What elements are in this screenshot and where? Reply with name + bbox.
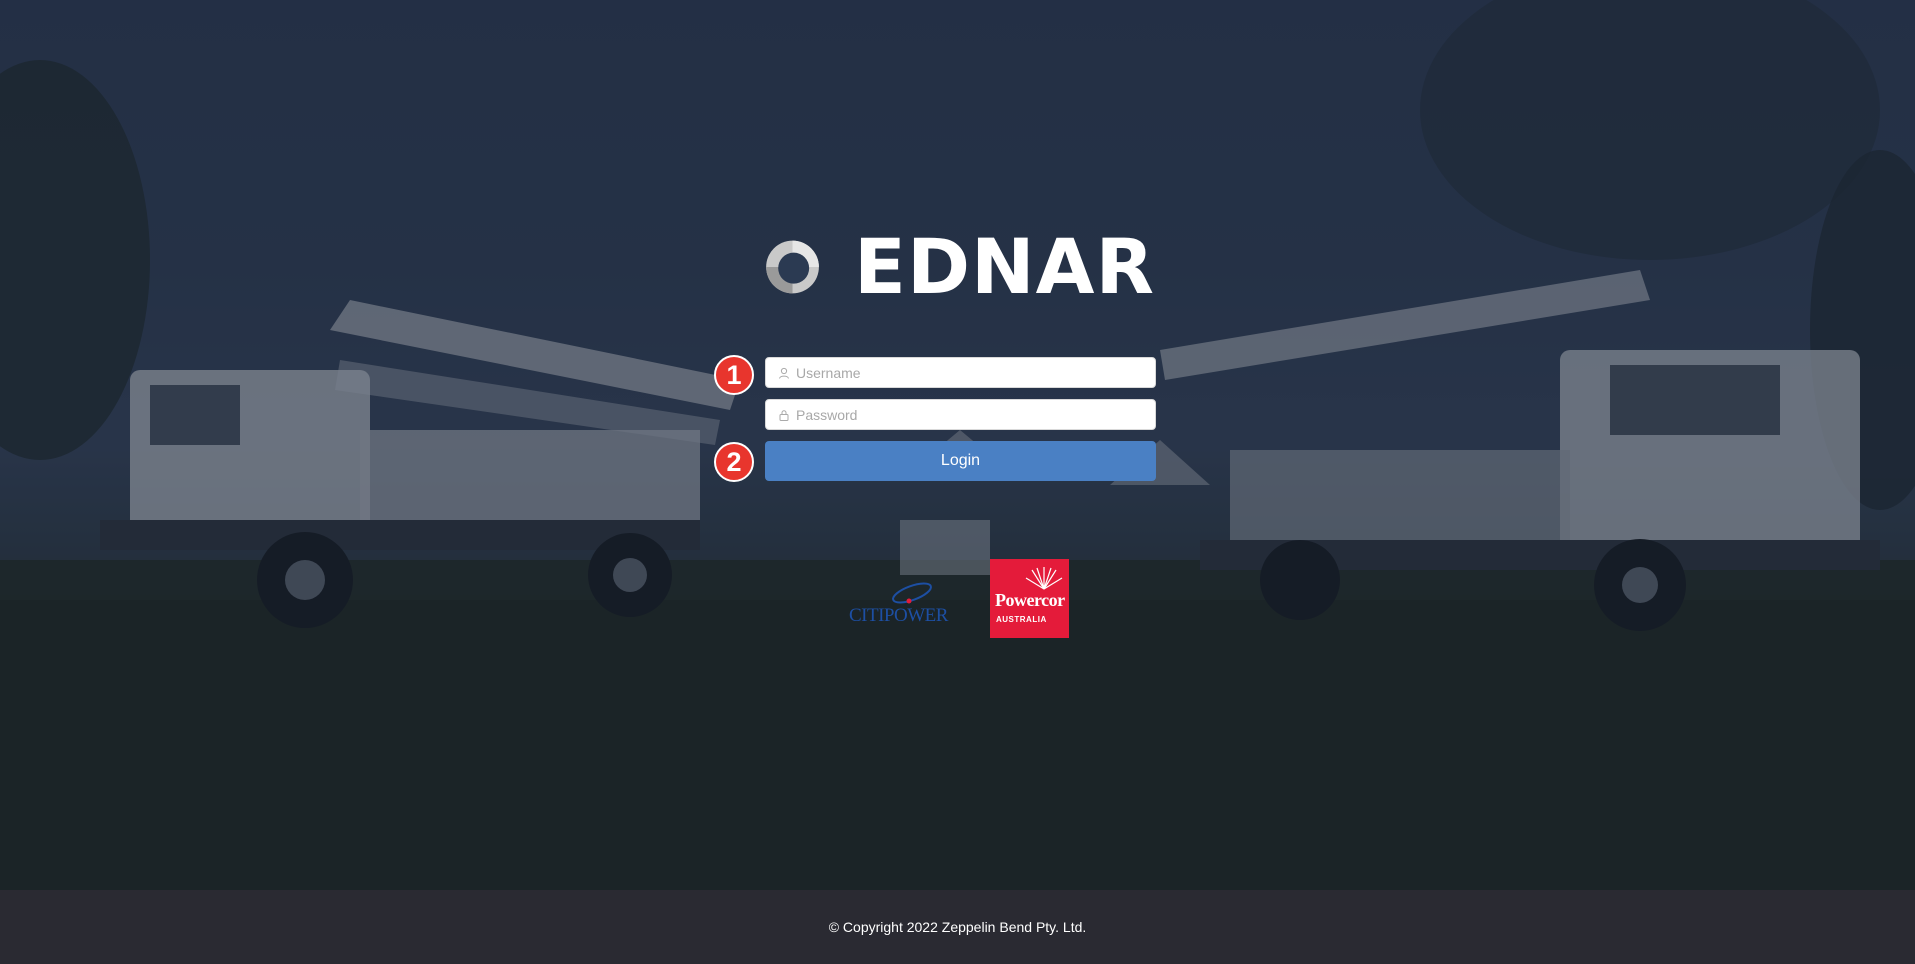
copyright-text: © Copyright 2022 Zeppelin Bend Pty. Ltd.: [828, 919, 1087, 935]
username-field[interactable]: [765, 357, 1156, 388]
powercor-logo: Powercor AUSTRALIA: [990, 559, 1069, 638]
ring-logo-icon: [766, 240, 819, 293]
step-1-label: 1: [726, 359, 742, 390]
citipower-wordmark: CITIPOWER: [849, 605, 948, 626]
brand-logo: EDNAR: [765, 218, 1155, 315]
lock-icon: [778, 408, 792, 422]
login-button[interactable]: Login: [765, 441, 1156, 481]
step-1-badge: 1: [714, 355, 754, 395]
brand-name: EDNAR: [854, 221, 1155, 311]
sun-rays-icon: [1025, 567, 1063, 590]
powercor-subtitle: AUSTRALIA: [996, 615, 1047, 624]
citipower-logo: CITIPOWER: [849, 579, 959, 629]
footer: © Copyright 2022 Zeppelin Bend Pty. Ltd.: [0, 890, 1915, 964]
username-input[interactable]: [796, 364, 1146, 381]
step-2-label: 2: [726, 446, 742, 477]
password-field[interactable]: [765, 399, 1156, 430]
powercor-wordmark: Powercor: [995, 590, 1065, 610]
step-2-badge: 2: [714, 442, 754, 482]
user-icon: [778, 366, 792, 380]
password-input[interactable]: [796, 406, 1146, 423]
